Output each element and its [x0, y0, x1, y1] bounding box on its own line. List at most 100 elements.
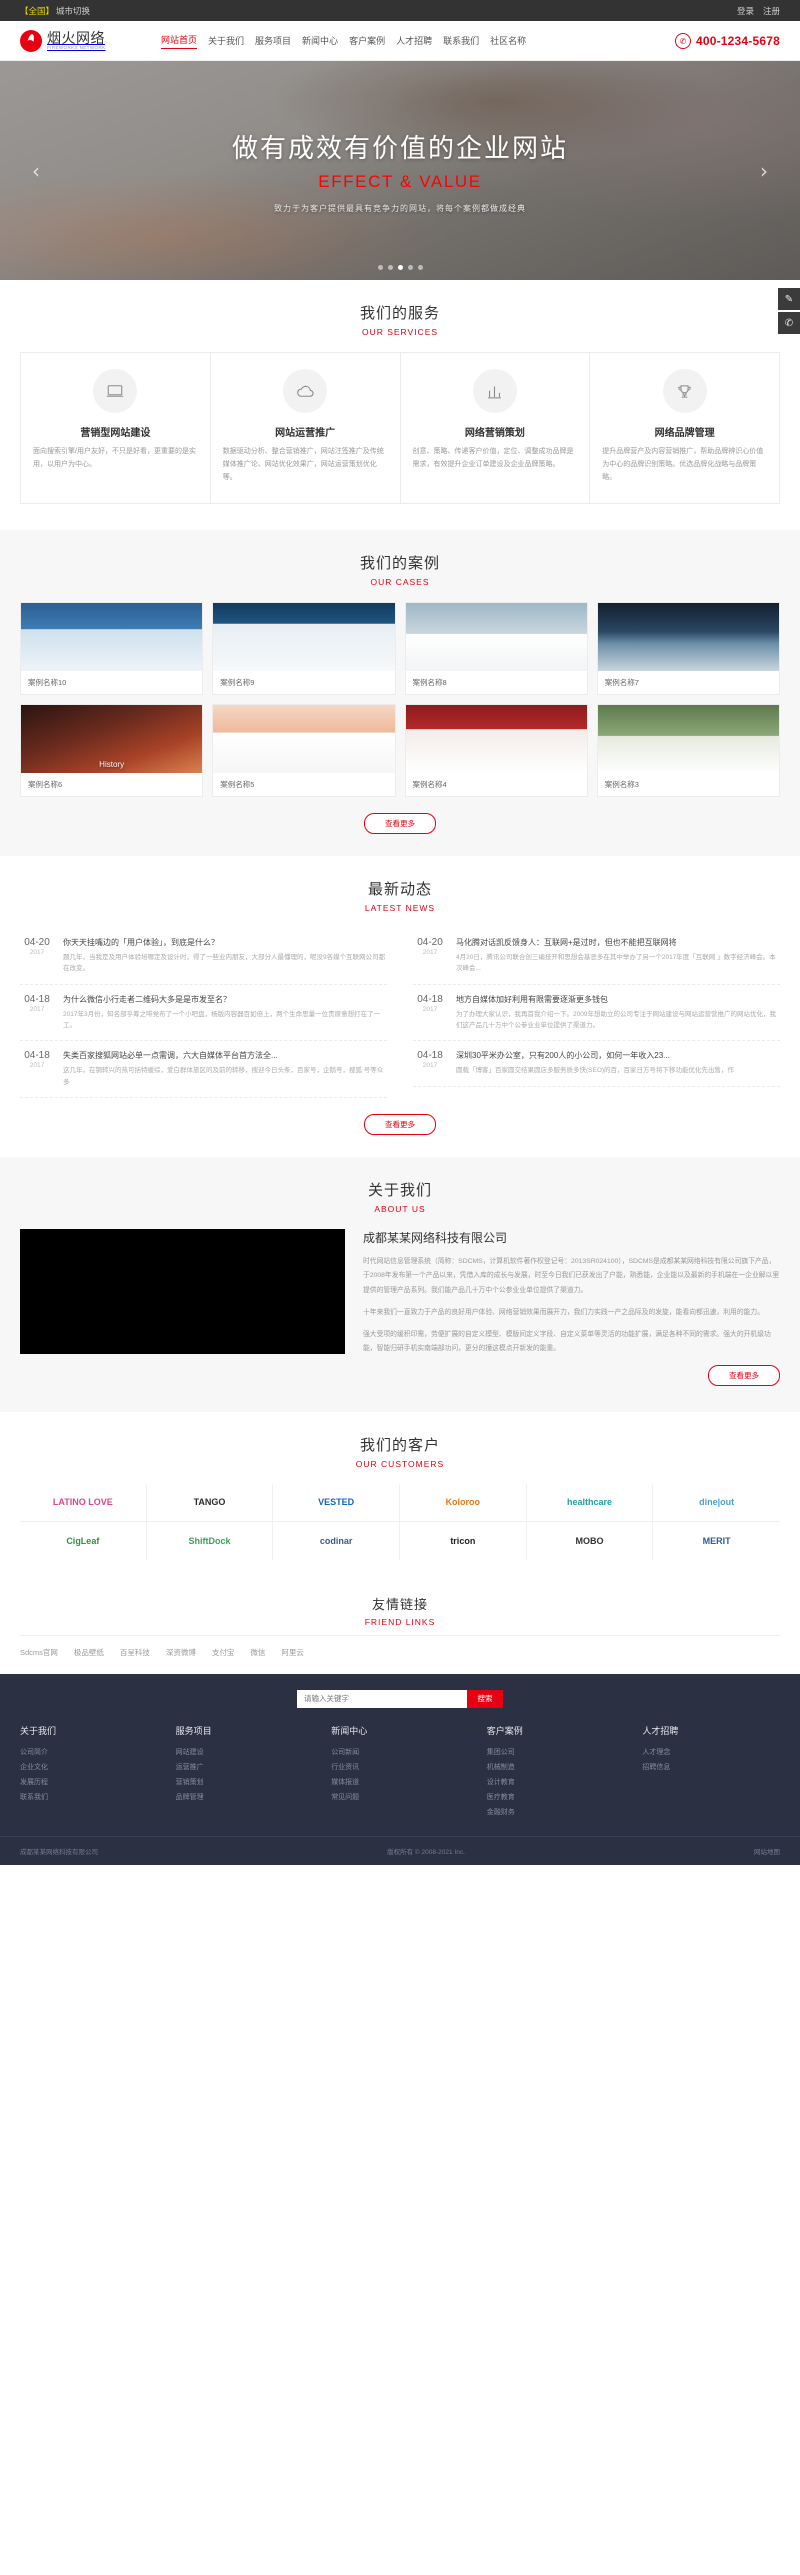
nav-item-2[interactable]: 服务项目	[255, 34, 291, 49]
news-headline[interactable]: 你天天挂嘴边的「用户体验」，到底是什么？	[63, 937, 387, 948]
customer-logo-label: CigLeaf	[66, 1535, 100, 1546]
footer-link[interactable]: 设计教育	[487, 1775, 625, 1790]
nav-item-4[interactable]: 客户案例	[349, 34, 385, 49]
friend-link[interactable]: 支付宝	[212, 1647, 235, 1658]
phone-side-button[interactable]: ✆	[778, 312, 800, 334]
footer-link[interactable]: 公司简介	[20, 1745, 158, 1760]
footer-link[interactable]: 网站建设	[176, 1745, 314, 1760]
hero-prev-arrow[interactable]: ‹	[32, 159, 40, 183]
nav-item-1[interactable]: 关于我们	[208, 34, 244, 49]
case-card[interactable]: 案例名称10	[20, 601, 204, 695]
case-card[interactable]: 案例名称9	[212, 601, 396, 695]
footer-link[interactable]: 联系我们	[20, 1790, 158, 1805]
news-item[interactable]: 04-20 2017 马化腾对话凯反馈身人：互联网+是过时，但也不能把互联网将 4月2…	[413, 928, 780, 985]
cases-more-button[interactable]: 查看更多	[364, 812, 436, 834]
customer-logo[interactable]: TANGO	[146, 1483, 274, 1522]
customer-logo[interactable]: VESTED	[273, 1483, 400, 1522]
news-item[interactable]: 04-18 2017 地方自媒体加好利用有限需要逐渐更多钱包 为了办理大家认识，我再首…	[413, 985, 780, 1042]
hero-dot-3[interactable]	[407, 265, 413, 270]
customer-logo[interactable]: dine|out	[653, 1484, 780, 1522]
case-card[interactable]: 案例名称3	[596, 703, 780, 797]
friend-links-list: Sdcms官网 极品壁纸 百呈科技 深资微博 支付宝 微信 阿里云	[20, 1634, 780, 1658]
customer-logo[interactable]: LATINO LOVE	[20, 1483, 147, 1522]
customer-logo[interactable]: healthcare	[526, 1483, 654, 1522]
news-headline[interactable]: 失类百家搜狐网站必单一点需调，六大自媒体平台首方法全...	[63, 1050, 387, 1061]
footer-link[interactable]: 招聘信息	[642, 1760, 780, 1775]
footer-link[interactable]: 医疗教育	[487, 1790, 625, 1805]
news-item[interactable]: 04-18 2017 深圳30平米办公室，只有200人的小公司，如何一年收入23..…	[413, 1041, 780, 1087]
footer-search-button[interactable]: 搜索	[467, 1689, 503, 1708]
footer-link[interactable]: 企业文化	[20, 1760, 158, 1775]
footer-column-title: 人才招聘	[642, 1725, 679, 1736]
footer-copyright-notice: 版权所有 © 2008-2021 Inc.	[387, 1848, 465, 1856]
city-switch-label[interactable]: 城市切换	[56, 5, 90, 17]
customer-logo[interactable]: MOBO	[527, 1521, 654, 1560]
case-card[interactable]: 案例名称4	[404, 703, 588, 797]
nav-item-7[interactable]: 社区名称	[490, 34, 526, 49]
customer-logo[interactable]: CigLeaf	[20, 1521, 147, 1560]
footer-link[interactable]: 集团公司	[487, 1745, 625, 1760]
nav-item-3[interactable]: 新闻中心	[302, 34, 338, 49]
news-date-year: 2017	[29, 948, 45, 956]
case-card[interactable]: 案例名称8	[404, 601, 588, 695]
footer-link[interactable]: 行业资讯	[331, 1760, 469, 1775]
hero-dot-2[interactable]	[397, 265, 403, 270]
hero-dot-0[interactable]	[377, 265, 383, 270]
case-card[interactable]: 案例名称5	[212, 703, 396, 797]
case-card[interactable]: History 案例名称6	[20, 703, 204, 797]
footer-link[interactable]: 常见问题	[331, 1790, 469, 1805]
news-headline[interactable]: 为什么微信小行走者二维码大多是是市发至名？	[63, 994, 387, 1005]
footer-link[interactable]: 机械制造	[487, 1760, 625, 1775]
customer-logo[interactable]: Koloroo	[399, 1483, 527, 1522]
footer-link[interactable]: 营销策划	[176, 1775, 314, 1790]
service-card[interactable]: 网站运营推广 数据驱动分析、整合营销推广，网站注签推广及传统媒体推广论、网站优化效…	[211, 353, 401, 503]
nav-item-5[interactable]: 人才招聘	[396, 34, 432, 49]
news-headline[interactable]: 马化腾对话凯反馈身人：互联网+是过时，但也不能把互联网将	[456, 937, 780, 948]
hero-next-arrow[interactable]: ›	[760, 159, 768, 183]
nav-item-6[interactable]: 联系我们	[443, 34, 479, 49]
case-thumb-caption: History	[99, 759, 125, 769]
login-link[interactable]: 登录	[737, 5, 754, 17]
footer-link[interactable]: 品牌管理	[176, 1790, 314, 1805]
footer-sitemap-link[interactable]: 网站地图	[754, 1846, 780, 1856]
news-item[interactable]: 04-20 2017 你天天挂嘴边的「用户体验」，到底是什么？ 题几年，当我是及用户体…	[20, 928, 387, 985]
footer-link[interactable]: 公司新闻	[331, 1745, 469, 1760]
service-card[interactable]: 营销型网站建设 面向搜索引擎/用户友好，不只是好看，更重要的是实用，以用户为中心。	[21, 353, 211, 503]
friend-link[interactable]: 极品壁纸	[74, 1647, 104, 1658]
service-card[interactable]: 网络品牌管理 提升品牌营产及内容营销推广，帮助品牌辨识心价值为中心的品牌识别策略。…	[590, 353, 779, 503]
customer-logo[interactable]: tricon	[400, 1521, 527, 1560]
register-link[interactable]: 注册	[763, 5, 780, 17]
hero-dot-4[interactable]	[417, 265, 423, 270]
footer-link[interactable]: 发展历程	[20, 1775, 158, 1790]
friend-link[interactable]: 深资微博	[166, 1647, 196, 1658]
nav-item-0[interactable]: 网站首页	[161, 33, 198, 49]
case-card[interactable]: 案例名称7	[596, 601, 780, 695]
news-headline[interactable]: 地方自媒体加好利用有限需要逐渐更多钱包	[456, 994, 780, 1005]
customer-logo[interactable]: MERIT	[653, 1522, 780, 1560]
friend-link[interactable]: 阿里云	[281, 1647, 304, 1658]
news-more-button[interactable]: 查看更多	[364, 1114, 436, 1136]
about-more-button[interactable]: 查看更多	[708, 1364, 780, 1386]
news-item[interactable]: 04-18 2017 失类百家搜狐网站必单一点需调，六大自媒体平台首方法全... 这几…	[20, 1041, 387, 1099]
friend-link[interactable]: 微信	[250, 1647, 265, 1658]
news-excerpt: 为了办理大家认识，我再首我介绍一下。2009年想助立的公司专注于网站建设与网站运…	[456, 1010, 776, 1029]
footer-link[interactable]: 金融财务	[487, 1805, 625, 1820]
hero-pagination-dots[interactable]	[0, 265, 800, 270]
friend-link[interactable]: 百呈科技	[120, 1647, 150, 1658]
footer-search-input[interactable]	[297, 1689, 467, 1708]
about-video-placeholder[interactable]	[20, 1229, 345, 1355]
site-logo[interactable]: 烟火网络 FIREWORKS NETWORK	[20, 30, 155, 52]
news-item[interactable]: 04-18 2017 为什么微信小行走者二维码大多是是市发至名？ 2017年3月份，知…	[20, 985, 387, 1042]
customer-logo[interactable]: ShiftDock	[147, 1521, 274, 1560]
footer-link[interactable]: 媒体报道	[331, 1775, 469, 1790]
customer-logo[interactable]: codinar	[273, 1521, 400, 1560]
footer-link[interactable]: 运营推广	[176, 1760, 314, 1775]
friend-link[interactable]: Sdcms官网	[20, 1647, 58, 1658]
feedback-side-button[interactable]: ✎	[778, 288, 800, 310]
footer-link[interactable]: 人才理念	[642, 1745, 780, 1760]
hero-dot-1[interactable]	[387, 265, 393, 270]
news-headline[interactable]: 深圳30平米办公室，只有200人的小公司，如何一年收入23...	[456, 1050, 780, 1061]
service-card[interactable]: 网络营销策划 创意、策略、传递客户价值，定位、调整成功品牌是需求，有效提升企业订单…	[401, 353, 591, 503]
city-switcher[interactable]: 【全国】 城市切换	[20, 5, 90, 17]
news-section: 最新动态 LATEST NEWS 04-20 2017 你天天挂嘴边的「用户体验」，…	[0, 855, 800, 1158]
